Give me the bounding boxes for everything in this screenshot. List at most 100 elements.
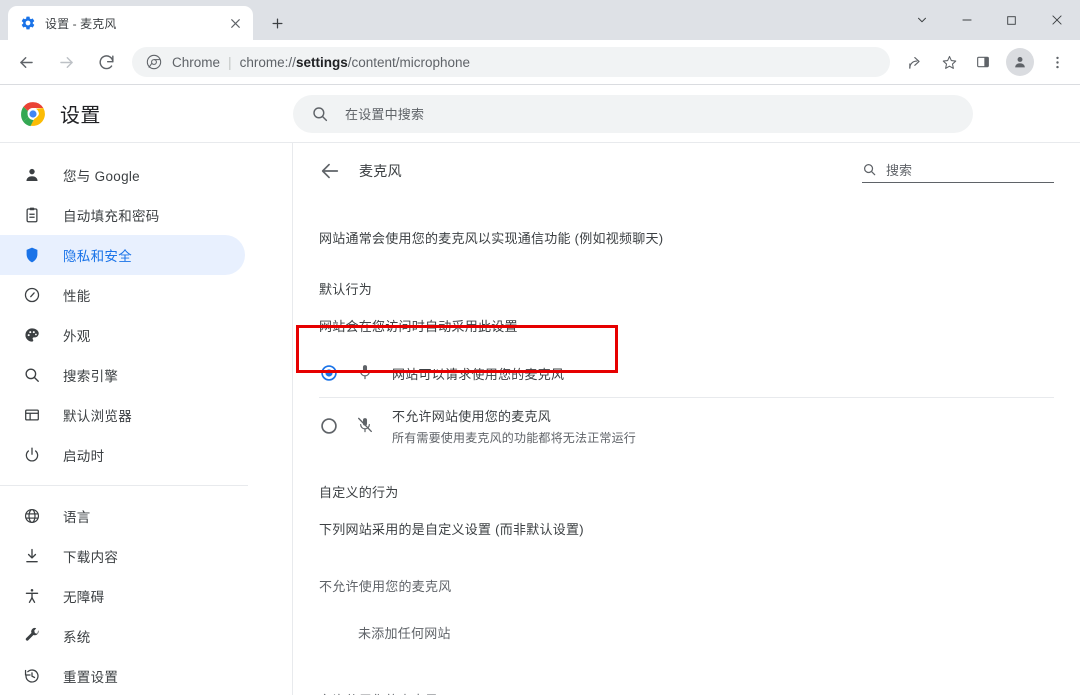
power-icon xyxy=(22,445,42,465)
search-icon xyxy=(863,163,876,175)
microphone-description: 网站通常会使用您的麦克风以实现通信功能 (例如视频聊天) xyxy=(319,231,664,246)
sidebar-item-downloads[interactable]: 下载内容 xyxy=(0,536,245,576)
close-icon[interactable] xyxy=(1034,3,1080,37)
omnibox-separator: | xyxy=(228,54,232,70)
microphone-icon xyxy=(356,363,376,383)
microphone-page-header: 麦克风 搜索 xyxy=(293,143,1080,183)
settings-body: 您与 Google 自动填充和密码 隐私和安全 性能 外观 搜索引擎 默认浏览器… xyxy=(0,142,1080,695)
sidebar-item-you-and-google[interactable]: 您与 Google xyxy=(0,155,245,195)
settings-header: 设置 在设置中搜索 xyxy=(0,85,1080,142)
browser-tab[interactable]: 设置 - 麦克风 xyxy=(8,6,253,40)
chevron-down-icon[interactable] xyxy=(899,3,944,37)
radio-button-selected[interactable] xyxy=(319,363,339,383)
sidebar-item-autofill-passwords[interactable]: 自动填充和密码 xyxy=(0,195,245,235)
default-behavior-subheading: 网站会在您访问时自动采用此设置 xyxy=(319,319,518,334)
sidebar-item-languages[interactable]: 语言 xyxy=(0,496,245,536)
address-bar[interactable]: Chrome | chrome://settings/content/micro… xyxy=(132,47,890,77)
maximize-icon[interactable] xyxy=(989,3,1034,37)
three-dot-menu-icon[interactable] xyxy=(1042,47,1072,77)
settings-search-placeholder: 在设置中搜索 xyxy=(345,107,425,122)
url-prefix: chrome:// xyxy=(239,54,296,70)
sidebar-item-on-startup[interactable]: 启动时 xyxy=(0,435,245,475)
speedometer-icon xyxy=(22,285,42,305)
sidebar-item-label: 下载内容 xyxy=(63,550,119,565)
sidebar-item-label: 隐私和安全 xyxy=(63,249,132,264)
sidebar-item-label: 性能 xyxy=(63,289,91,304)
profile-avatar[interactable] xyxy=(1006,48,1034,76)
custom-behavior-heading: 自定义的行为 xyxy=(319,485,399,500)
url-bold-part: settings xyxy=(295,54,348,70)
radio-option-text: 网站可以请求使用您的麦克风 xyxy=(392,364,564,383)
sidebar-item-system[interactable]: 系统 xyxy=(0,616,245,656)
sidebar-item-privacy-security[interactable]: 隐私和安全 xyxy=(0,235,245,275)
person-icon xyxy=(22,165,42,185)
sidebar-item-label: 搜索引擎 xyxy=(63,369,119,384)
sidebar-item-label: 外观 xyxy=(63,329,91,344)
back-arrow-icon[interactable] xyxy=(319,160,341,182)
share-icon[interactable] xyxy=(900,47,930,77)
custom-behavior-subheading: 下列网站采用的是自定义设置 (而非默认设置) xyxy=(319,522,584,537)
search-icon xyxy=(311,105,329,123)
close-icon[interactable] xyxy=(225,13,245,33)
sidebar-item-label: 启动时 xyxy=(63,449,105,464)
browser-toolbar: Chrome | chrome://settings/content/micro… xyxy=(0,40,1080,85)
accessibility-icon xyxy=(22,586,42,606)
globe-icon xyxy=(22,506,42,526)
window-controls xyxy=(899,0,1080,40)
star-icon[interactable] xyxy=(934,47,964,77)
sidebar-item-label: 无障碍 xyxy=(63,590,105,605)
history-restore-icon xyxy=(22,666,42,686)
radio-button-unselected[interactable] xyxy=(319,416,339,436)
page-title: 设置 xyxy=(60,105,101,127)
settings-sidebar: 您与 Google 自动填充和密码 隐私和安全 性能 外观 搜索引擎 默认浏览器… xyxy=(0,143,293,695)
forward-arrow-icon[interactable] xyxy=(49,45,83,79)
shield-icon xyxy=(22,245,42,265)
search-icon xyxy=(22,365,42,385)
side-panel-icon[interactable] xyxy=(968,47,998,77)
reload-icon[interactable] xyxy=(89,45,123,79)
clipboard-icon xyxy=(22,205,42,225)
radio-option-block-microphone[interactable]: 不允许网站使用您的麦克风 所有需要使用麦克风的功能都将无法正常运行 xyxy=(293,398,1080,454)
radio-option-sublabel: 所有需要使用麦克风的功能都将无法正常运行 xyxy=(392,431,637,445)
browser-window: 设置 - 麦克风 Chrome | chrome://settings/cont… xyxy=(0,0,1080,695)
sidebar-item-accessibility[interactable]: 无障碍 xyxy=(0,576,245,616)
sidebar-item-default-browser[interactable]: 默认浏览器 xyxy=(0,395,245,435)
settings-brand: 设置 xyxy=(0,99,293,128)
page-search-input[interactable]: 搜索 xyxy=(862,160,1054,183)
settings-main-panel: 麦克风 搜索 网站通常会使用您的麦克风以实现通信功能 (例如视频聊天) 默认行为… xyxy=(293,143,1080,695)
tab-strip: 设置 - 麦克风 xyxy=(0,0,1080,40)
minimize-icon[interactable] xyxy=(944,3,989,37)
omnibox-url: chrome://settings/content/microphone xyxy=(240,55,470,70)
sidebar-item-label: 自动填充和密码 xyxy=(63,209,160,224)
download-icon xyxy=(22,546,42,566)
radio-option-label: 不允许网站使用您的麦克风 xyxy=(392,409,552,424)
omnibox-site-label: Chrome xyxy=(172,54,221,70)
page-search-placeholder: 搜索 xyxy=(886,162,913,178)
sidebar-item-label: 语言 xyxy=(63,510,91,525)
microphone-title: 麦克风 xyxy=(359,163,402,179)
browser-window-icon xyxy=(22,405,42,425)
radio-option-text: 不允许网站使用您的麦克风 所有需要使用麦克风的功能都将无法正常运行 xyxy=(392,406,636,446)
sidebar-item-performance[interactable]: 性能 xyxy=(0,275,245,315)
sidebar-item-label: 系统 xyxy=(63,630,91,645)
settings-search-input[interactable]: 在设置中搜索 xyxy=(293,94,973,133)
new-tab-button[interactable] xyxy=(263,9,291,37)
sidebar-item-label: 默认浏览器 xyxy=(63,409,132,424)
sidebar-item-label: 您与 Google xyxy=(63,169,140,184)
sidebar-item-label: 重置设置 xyxy=(63,670,119,685)
radio-option-label: 网站可以请求使用您的麦克风 xyxy=(392,366,565,382)
tab-title: 设置 - 麦克风 xyxy=(45,16,117,31)
radio-option-allow-microphone[interactable]: 网站可以请求使用您的麦克风 xyxy=(293,349,1080,397)
sidebar-item-reset-settings[interactable]: 重置设置 xyxy=(0,656,245,695)
sidebar-item-search-engine[interactable]: 搜索引擎 xyxy=(0,355,245,395)
default-behavior-options: 网站可以请求使用您的麦克风 不允许网站使用您的麦克风 所有需要使用麦克风的功能都… xyxy=(293,349,1080,454)
url-suffix: /content/microphone xyxy=(347,54,471,70)
gear-icon xyxy=(20,15,36,31)
microphone-off-icon xyxy=(356,416,376,436)
sidebar-item-appearance[interactable]: 外观 xyxy=(0,315,245,355)
chrome-logo-icon xyxy=(146,54,162,70)
back-arrow-icon[interactable] xyxy=(9,45,43,79)
blocked-sites-empty-text: 未添加任何网站 xyxy=(358,626,451,641)
palette-icon xyxy=(22,325,42,345)
chrome-logo-icon xyxy=(20,101,46,127)
